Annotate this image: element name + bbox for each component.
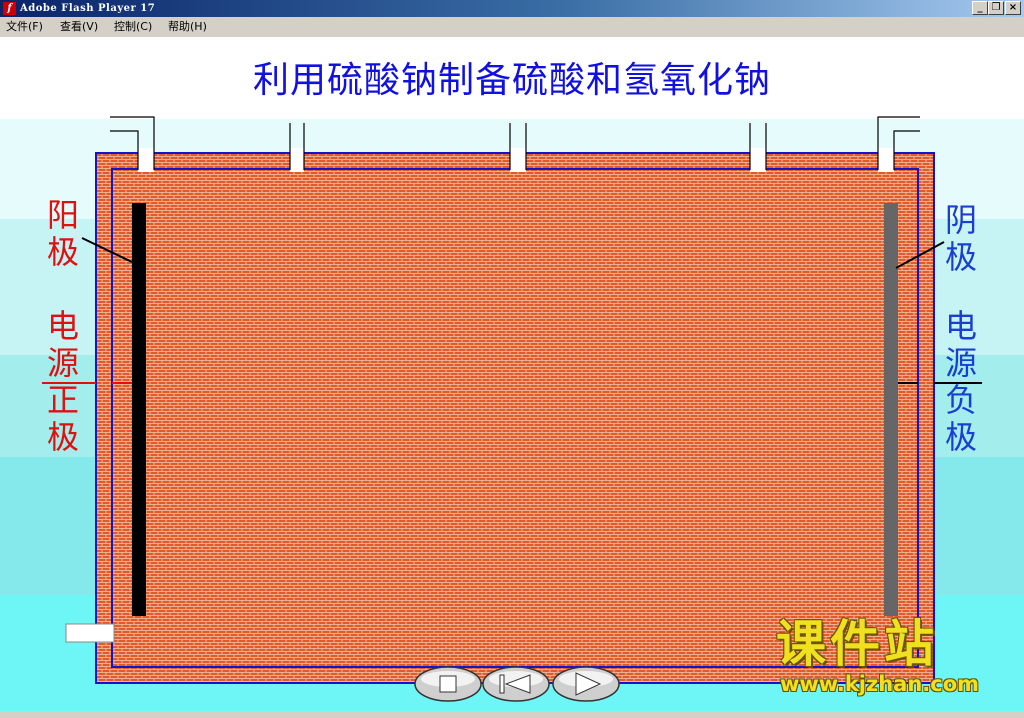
- watermark-name: 课件站: [776, 615, 938, 673]
- watermark-logo: 课件站 www.kjzhan.com: [776, 616, 1008, 696]
- window-bottom-edge: [0, 711, 1024, 718]
- anode-electrode: [132, 203, 146, 616]
- anode-label: 阳 极: [46, 196, 79, 271]
- positive-terminal-label: 电 源 正 极: [46, 307, 79, 456]
- rewind-button[interactable]: [482, 666, 550, 702]
- watermark-url: www.kjzhan.com: [780, 672, 980, 696]
- stop-icon: [439, 675, 457, 693]
- negative-terminal-label: 电 源 负 极: [944, 307, 977, 456]
- stop-button[interactable]: [414, 666, 482, 702]
- inlet-pipe: [65, 623, 115, 643]
- electrolysis-cell-diagram: [42, 116, 982, 702]
- cell-wall: [95, 152, 935, 684]
- cathode-electrode: [884, 203, 898, 616]
- cathode-label: 阴 极: [944, 201, 977, 276]
- play-button[interactable]: [552, 666, 620, 702]
